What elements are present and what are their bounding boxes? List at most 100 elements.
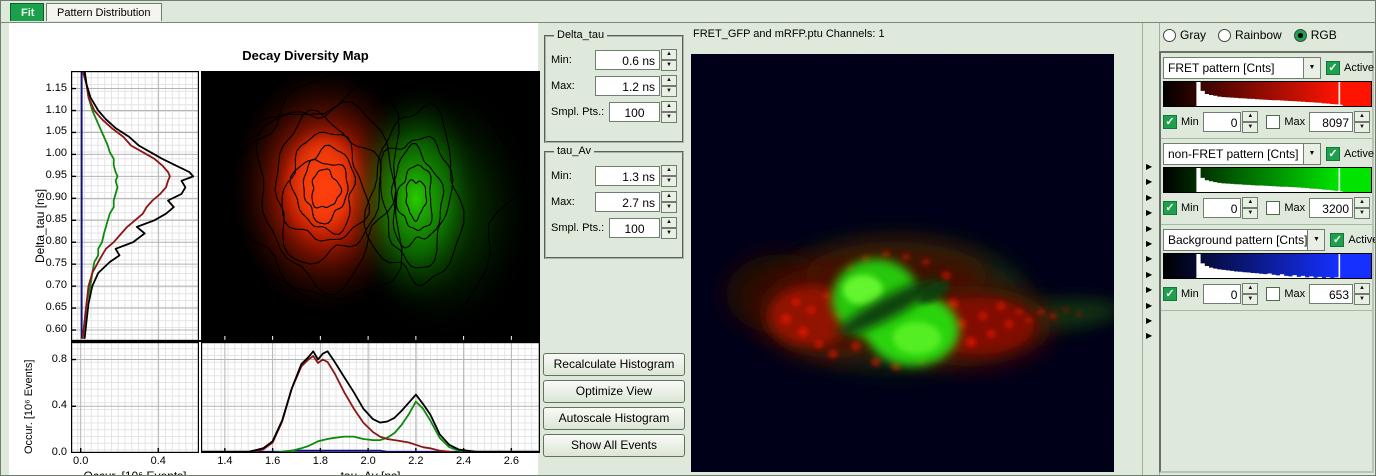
spin-down-icon[interactable]: ▼ <box>1354 122 1370 133</box>
max-checkbox[interactable] <box>1266 115 1280 129</box>
delta-tau-min-stepper[interactable]: ▲▼ <box>661 49 677 71</box>
splitter-arrow-icon[interactable]: ▶ <box>1146 302 1152 310</box>
spin-down-icon[interactable]: ▼ <box>661 202 677 213</box>
spin-up-icon[interactable]: ▲ <box>661 217 677 228</box>
spin-down-icon[interactable]: ▼ <box>1242 208 1258 219</box>
tau-av-smpl-input[interactable]: 100 <box>609 218 660 238</box>
spin-up-icon[interactable]: ▲ <box>1354 197 1370 208</box>
tick-label: 0.8 <box>35 353 67 366</box>
delta-tau-max-stepper[interactable]: ▲▼ <box>661 75 677 97</box>
min-stepper[interactable]: ▲▼ <box>1242 283 1258 305</box>
splitter-arrow-icon[interactable]: ▶ <box>1146 209 1152 217</box>
recalculate-histogram-button[interactable]: Recalculate Histogram <box>543 353 685 376</box>
min-input[interactable]: 0 <box>1203 112 1242 132</box>
tick-label: 1.05 <box>35 125 67 138</box>
gray-radio[interactable] <box>1163 29 1176 42</box>
channel-histogram[interactable] <box>1163 253 1372 279</box>
max-stepper[interactable]: ▲▼ <box>1354 283 1370 305</box>
channel-histogram[interactable] <box>1163 167 1372 193</box>
fluorescence-image[interactable] <box>691 54 1114 472</box>
splitter-arrow-icon[interactable]: ▶ <box>1146 194 1152 202</box>
rgb-radio[interactable] <box>1294 29 1307 42</box>
spin-up-icon[interactable]: ▲ <box>1354 111 1370 122</box>
min-checkbox[interactable]: ✓ <box>1163 115 1177 129</box>
max-input[interactable]: 653 <box>1309 284 1353 304</box>
display-settings-panel: Gray Rainbow RGB FRET pattern [Cnts] ▼ ✓… <box>1159 23 1376 476</box>
splitter-arrow-icon[interactable]: ▶ <box>1146 178 1152 186</box>
channel-histogram[interactable] <box>1163 81 1372 107</box>
pattern-select[interactable]: FRET pattern [Cnts] ▼ <box>1163 57 1321 79</box>
splitter-arrow-icon[interactable]: ▶ <box>1146 225 1152 233</box>
max-checkbox[interactable] <box>1266 201 1280 215</box>
delta-tau-smpl-input[interactable]: 100 <box>609 102 660 122</box>
spin-up-icon[interactable]: ▲ <box>1354 283 1370 294</box>
rainbow-radio[interactable] <box>1218 29 1231 42</box>
min-input[interactable]: 0 <box>1203 284 1242 304</box>
chevron-down-icon[interactable]: ▼ <box>1303 58 1320 78</box>
tick-label: 1.10 <box>35 104 67 117</box>
tab-fit[interactable]: Fit <box>10 3 44 21</box>
spin-up-icon[interactable]: ▲ <box>1242 197 1258 208</box>
tab-pattern-distribution[interactable]: Pattern Distribution <box>46 3 162 21</box>
spin-up-icon[interactable]: ▲ <box>661 75 677 86</box>
max-checkbox[interactable] <box>1266 287 1280 301</box>
tau-av-max-input[interactable]: 2.7 ns <box>595 192 660 212</box>
tau-av-min-input[interactable]: 1.3 ns <box>595 166 660 186</box>
min-stepper[interactable]: ▲▼ <box>1242 197 1258 219</box>
delta-tau-marginal-plot[interactable] <box>71 71 199 341</box>
occurrence-plot[interactable] <box>71 342 199 453</box>
delta-tau-max-input[interactable]: 1.2 ns <box>595 76 660 96</box>
spin-down-icon[interactable]: ▼ <box>661 86 677 97</box>
min-stepper[interactable]: ▲▼ <box>1242 111 1258 133</box>
delta-tau-smpl-stepper[interactable]: ▲▼ <box>661 101 677 123</box>
splitter-arrow-icon[interactable]: ▶ <box>1146 163 1152 171</box>
tick-label: 0.95 <box>35 169 67 182</box>
min-checkbox[interactable]: ✓ <box>1163 201 1177 215</box>
tau-av-smpl-stepper[interactable]: ▲▼ <box>661 217 677 239</box>
delta-tau-min-input[interactable]: 0.6 ns <box>595 50 660 70</box>
spin-up-icon[interactable]: ▲ <box>661 101 677 112</box>
chevron-down-icon[interactable]: ▼ <box>1303 144 1320 164</box>
splitter-arrow-icon[interactable]: ▶ <box>1146 332 1152 340</box>
spin-down-icon[interactable]: ▼ <box>1242 294 1258 305</box>
optimize-view-button[interactable]: Optimize View <box>543 380 685 403</box>
splitter-arrow-icon[interactable]: ▶ <box>1146 255 1152 263</box>
active-checkbox[interactable]: ✓ <box>1326 147 1340 161</box>
autoscale-histogram-button[interactable]: Autoscale Histogram <box>543 407 685 430</box>
active-checkbox[interactable]: ✓ <box>1326 61 1340 75</box>
pattern-select[interactable]: non-FRET pattern [Cnts] ▼ <box>1163 143 1321 165</box>
spin-down-icon[interactable]: ▼ <box>1354 208 1370 219</box>
min-label: Min <box>1181 202 1199 214</box>
splitter-arrow-icon[interactable]: ▶ <box>1146 317 1152 325</box>
smpl-pts-label: Smpl. Pts.: <box>551 222 609 234</box>
decay-diversity-contour-plot[interactable] <box>201 71 540 341</box>
spin-up-icon[interactable]: ▲ <box>1242 111 1258 122</box>
panel-splitter[interactable]: ▶ ▶ ▶ ▶ ▶ ▶ ▶ ▶ ▶ ▶ ▶ ▶ <box>1142 23 1160 476</box>
max-input[interactable]: 8097 <box>1309 112 1353 132</box>
spin-down-icon[interactable]: ▼ <box>1242 122 1258 133</box>
show-all-events-button[interactable]: Show All Events <box>543 434 685 457</box>
spin-up-icon[interactable]: ▲ <box>1242 283 1258 294</box>
spin-up-icon[interactable]: ▲ <box>661 165 677 176</box>
max-stepper[interactable]: ▲▼ <box>1354 111 1370 133</box>
tau-av-max-stepper[interactable]: ▲▼ <box>661 191 677 213</box>
max-input[interactable]: 3200 <box>1309 198 1353 218</box>
min-checkbox[interactable]: ✓ <box>1163 287 1177 301</box>
splitter-arrow-icon[interactable]: ▶ <box>1146 240 1152 248</box>
spin-up-icon[interactable]: ▲ <box>661 49 677 60</box>
spin-down-icon[interactable]: ▼ <box>661 228 677 239</box>
spin-down-icon[interactable]: ▼ <box>661 176 677 187</box>
chevron-down-icon[interactable]: ▼ <box>1307 230 1324 250</box>
splitter-arrow-icon[interactable]: ▶ <box>1146 286 1152 294</box>
tau-av-min-stepper[interactable]: ▲▼ <box>661 165 677 187</box>
min-input[interactable]: 0 <box>1203 198 1242 218</box>
spin-down-icon[interactable]: ▼ <box>661 112 677 123</box>
active-checkbox[interactable]: ✓ <box>1330 233 1344 247</box>
spin-down-icon[interactable]: ▼ <box>1354 294 1370 305</box>
splitter-arrow-icon[interactable]: ▶ <box>1146 271 1152 279</box>
pattern-select[interactable]: Background pattern [Cnts] ▼ <box>1163 229 1325 251</box>
tau-av-marginal-plot[interactable] <box>201 342 540 453</box>
spin-down-icon[interactable]: ▼ <box>661 60 677 71</box>
max-stepper[interactable]: ▲▼ <box>1354 197 1370 219</box>
spin-up-icon[interactable]: ▲ <box>661 191 677 202</box>
